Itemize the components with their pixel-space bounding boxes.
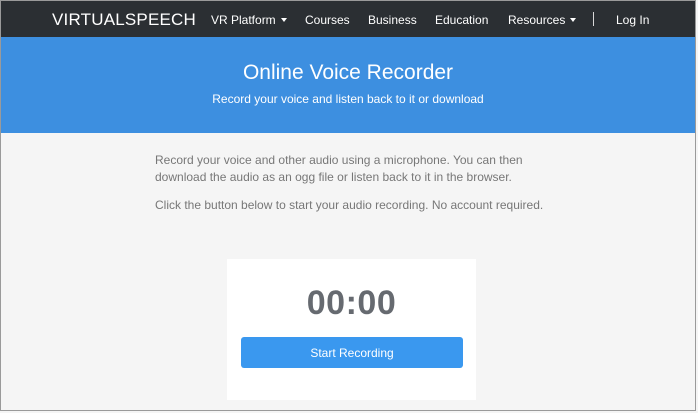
top-navbar: VIRTUALSPEECH VR Platform Courses Busine… xyxy=(1,1,695,37)
nav-item-education[interactable]: Education xyxy=(435,13,488,27)
nav-item-label: Resources xyxy=(508,13,566,27)
nav-item-courses[interactable]: Courses xyxy=(305,13,350,27)
page-subtitle: Record your voice and listen back to it … xyxy=(212,92,484,106)
nav-item-label: VR Platform xyxy=(211,13,276,27)
nav-divider xyxy=(593,12,594,26)
nav-item-vr-platform[interactable]: VR Platform xyxy=(211,13,287,27)
recorder-card: 00:00 Start Recording xyxy=(227,259,476,400)
nav-item-business[interactable]: Business xyxy=(368,13,417,27)
hero-banner: Online Voice Recorder Record your voice … xyxy=(1,37,695,133)
browser-page: VIRTUALSPEECH VR Platform Courses Busine… xyxy=(0,0,696,411)
nav-menu: VR Platform Courses Business Education R… xyxy=(1,1,695,37)
description: Record your voice and other audio using … xyxy=(155,152,555,225)
chevron-down-icon xyxy=(280,18,287,22)
nav-item-resources[interactable]: Resources xyxy=(508,13,577,27)
description-paragraph-1: Record your voice and other audio using … xyxy=(155,153,523,184)
page-title: Online Voice Recorder xyxy=(242,61,454,84)
login-link[interactable]: Log In xyxy=(616,13,649,27)
chevron-down-icon xyxy=(570,18,577,22)
recording-timer: 00:00 xyxy=(306,284,397,322)
start-recording-button[interactable]: Start Recording xyxy=(241,337,463,368)
description-paragraph-2: Click the button below to start your aud… xyxy=(155,198,544,212)
